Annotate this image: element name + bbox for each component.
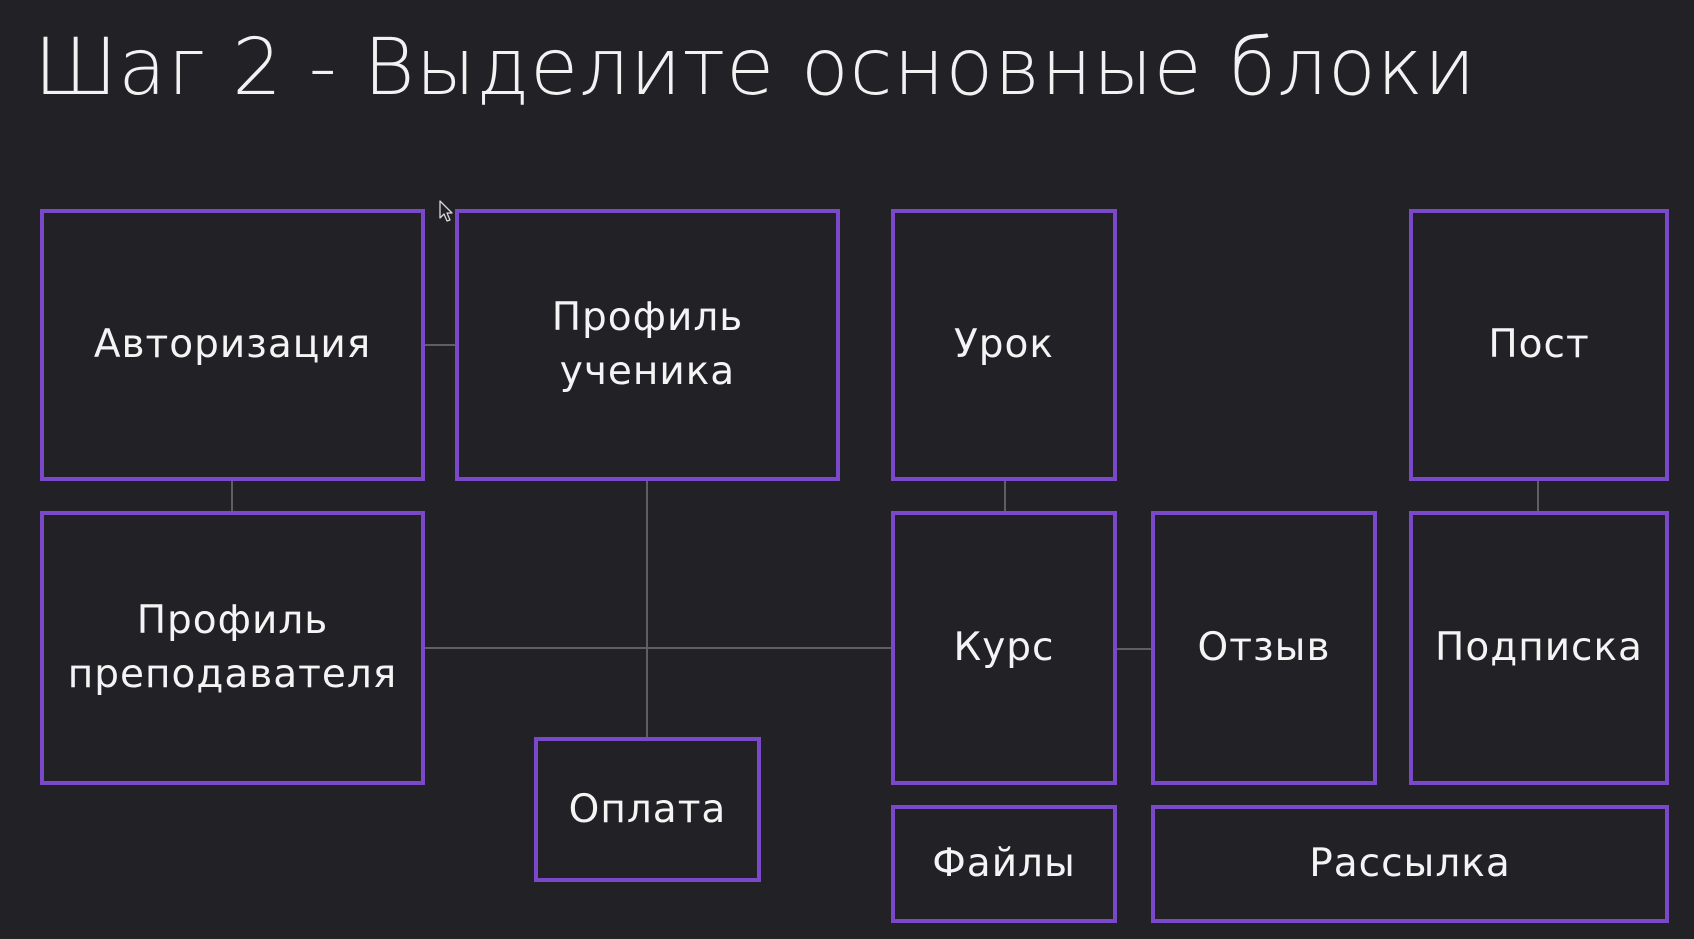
block-course-label: Курс — [953, 625, 1055, 670]
connector-teacher-profile-course — [424, 647, 892, 649]
connector-authorization-student-profile — [424, 344, 456, 346]
mouse-pointer-icon — [439, 200, 453, 222]
block-payment-label: Оплата — [568, 786, 727, 832]
connector-student-profile-payment — [646, 480, 648, 738]
block-files: Файлы — [891, 805, 1117, 923]
block-post-label: Пост — [1488, 322, 1590, 367]
block-review-label: Отзыв — [1197, 625, 1331, 670]
block-payment: Оплата — [534, 737, 761, 882]
connector-lesson-course — [1004, 480, 1006, 512]
block-files-label: Файлы — [932, 841, 1076, 886]
block-teacher-profile-label: Профиль преподавателя — [67, 598, 398, 697]
block-review: Отзыв — [1151, 511, 1377, 785]
block-teacher-profile: Профиль преподавателя — [40, 511, 425, 785]
block-subscription-label: Подписка — [1435, 625, 1643, 670]
block-subscription: Подписка — [1409, 511, 1669, 785]
connector-authorization-teacher-profile — [231, 480, 233, 512]
block-mailing: Рассылка — [1151, 805, 1669, 923]
connector-course-review — [1116, 648, 1152, 650]
block-authorization-label: Авторизация — [93, 322, 372, 367]
block-post: Пост — [1409, 209, 1669, 481]
block-diagram: Авторизация Профиль ученика Урок Пост Пр… — [0, 0, 1694, 939]
block-lesson: Урок — [891, 209, 1117, 481]
block-authorization: Авторизация — [40, 209, 425, 481]
block-course: Курс — [891, 511, 1117, 785]
block-mailing-label: Рассылка — [1309, 841, 1511, 886]
block-lesson-label: Урок — [954, 322, 1054, 367]
block-student-profile: Профиль ученика — [455, 209, 840, 481]
block-student-profile-label: Профиль ученика — [551, 295, 744, 394]
connector-post-subscription — [1537, 480, 1539, 512]
